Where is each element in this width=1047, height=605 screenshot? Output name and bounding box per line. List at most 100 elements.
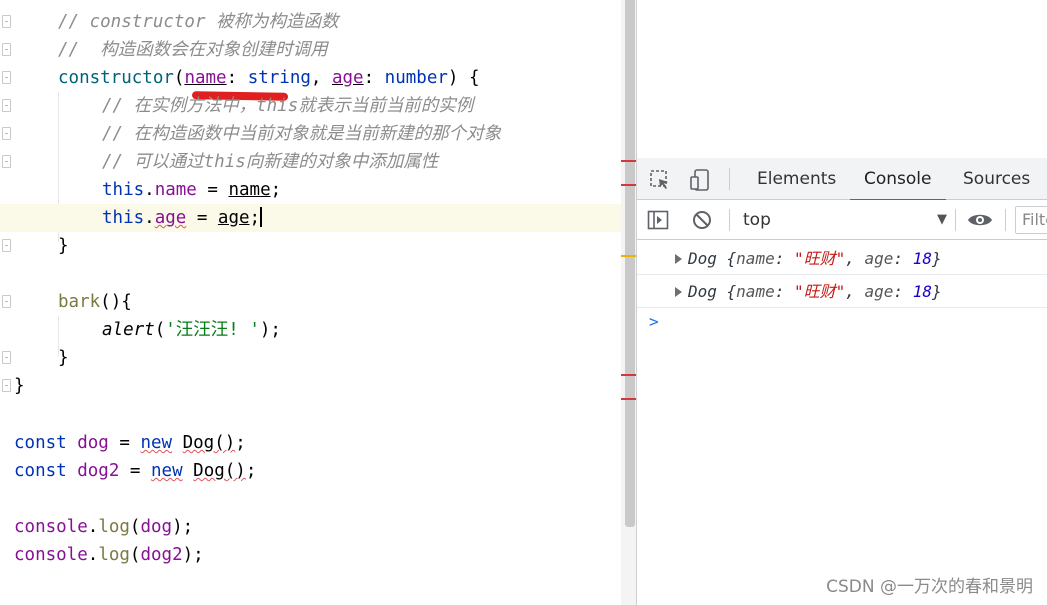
console-toolbar: top ▼ Filter xyxy=(637,200,1047,240)
log-key: age xyxy=(864,282,894,301)
dot: . xyxy=(144,208,155,228)
fold-marker-icon[interactable] xyxy=(2,43,11,56)
fold-marker-icon[interactable] xyxy=(2,295,11,308)
log-class: Dog xyxy=(688,249,717,268)
fold-marker-icon[interactable] xyxy=(2,15,11,28)
fold-marker-icon[interactable] xyxy=(2,379,11,392)
this-keyword: this xyxy=(102,208,145,228)
fold-marker-icon[interactable] xyxy=(2,99,11,112)
method-bark: bark xyxy=(58,292,101,312)
code-line[interactable]: // constructor 被称为构造函数 xyxy=(0,8,636,36)
code-line[interactable]: console.log(dog); xyxy=(0,513,636,541)
constructor-keyword: constructor xyxy=(58,68,174,88)
log-method: log xyxy=(98,517,130,537)
arg-dog2: dog2 xyxy=(140,545,183,565)
code-line[interactable]: const dog = new Dog(); xyxy=(0,429,636,457)
param-age: age xyxy=(331,68,364,88)
class-dog: Dog xyxy=(193,461,225,481)
execution-context-select[interactable]: top ▼ xyxy=(743,208,947,232)
prop-name: name xyxy=(154,180,197,200)
alert-call: alert xyxy=(102,320,155,340)
code-line[interactable]: alert('汪汪汪! '); xyxy=(0,316,636,344)
colon: : xyxy=(226,68,248,88)
toolbar-separator xyxy=(955,209,956,231)
expand-triangle-icon[interactable] xyxy=(675,254,682,264)
comment: // constructor 被称为构造函数 xyxy=(58,12,339,32)
fold-marker-icon[interactable] xyxy=(2,71,11,84)
comment: // 在实例方法中，this就表示当前当前的实例 xyxy=(102,96,474,116)
error-marker[interactable] xyxy=(621,184,636,186)
fold-marker-icon[interactable] xyxy=(2,239,11,252)
error-marker[interactable] xyxy=(621,374,636,376)
type-number: number xyxy=(384,68,448,88)
fold-marker-icon[interactable] xyxy=(2,155,11,168)
code-line[interactable]: } xyxy=(0,372,636,400)
comment: // 可以通过this向新建的对象中添加属性 xyxy=(102,152,439,172)
console-log-row[interactable]: Dog {name: "旺财", age: 18} xyxy=(637,242,1047,275)
assign: = xyxy=(196,180,229,200)
code-line[interactable]: // 在构造函数中当前对象就是当前新建的那个对象 xyxy=(0,120,636,148)
expand-triangle-icon[interactable] xyxy=(675,287,682,297)
paren: ); xyxy=(259,320,281,340)
tab-elements[interactable]: Elements xyxy=(743,158,850,200)
log-key: name xyxy=(736,249,775,268)
warning-marker[interactable] xyxy=(621,255,636,257)
code-line[interactable]: // 构造函数会在对象创建时调用 xyxy=(0,36,636,64)
code-line[interactable]: // 可以通过this向新建的对象中添加属性 xyxy=(0,148,636,176)
paren: ( xyxy=(173,68,185,88)
comment: // 构造函数会在对象创建时调用 xyxy=(58,40,328,60)
brace: ) { xyxy=(447,68,480,88)
code-line[interactable]: } xyxy=(0,344,636,372)
brace: (){ xyxy=(100,292,132,312)
console-filter-input[interactable]: Filter xyxy=(1015,206,1047,234)
code-line[interactable]: } xyxy=(0,232,636,260)
code-editor[interactable]: // constructor 被称为构造函数 // 构造函数会在对象创建时调用 … xyxy=(0,0,636,605)
prop-age: age xyxy=(154,208,187,228)
log-number: 18 xyxy=(912,249,932,268)
toolbar-separator xyxy=(729,168,730,190)
live-expression-eye-icon[interactable] xyxy=(967,209,993,231)
dot: . xyxy=(144,180,155,200)
code-line[interactable]: this.name = name; xyxy=(0,176,636,204)
console-log-row[interactable]: Dog {name: "旺财", age: 18} xyxy=(637,275,1047,308)
console-prompt-icon[interactable]: > xyxy=(649,312,659,331)
log-key: age xyxy=(864,249,894,268)
log-key: name xyxy=(736,282,775,301)
code-line[interactable]: console.log(dog2); xyxy=(0,541,636,569)
context-value: top xyxy=(743,210,771,230)
show-sidebar-icon[interactable] xyxy=(647,209,669,231)
log-class: Dog xyxy=(688,282,717,301)
editor-scrollbar-thumb[interactable] xyxy=(625,0,635,527)
call-parens: () xyxy=(214,433,236,453)
log-method: log xyxy=(98,545,130,565)
clear-console-icon[interactable] xyxy=(691,209,713,231)
watermark-text: CSDN @一万次的春和景明 xyxy=(826,577,1033,597)
type-string: string xyxy=(247,68,311,88)
comment: // 在构造函数中当前对象就是当前新建的那个对象 xyxy=(102,124,502,144)
tab-sources[interactable]: Sources xyxy=(949,158,1044,200)
devtools-tab-bar: Elements Console Sources xyxy=(637,158,1047,201)
var-dog: dog xyxy=(77,433,109,453)
device-toolbar-icon[interactable] xyxy=(689,169,711,191)
brace: } xyxy=(58,348,69,368)
error-marker[interactable] xyxy=(621,398,636,400)
toolbar-separator xyxy=(1005,209,1006,231)
new-keyword: new xyxy=(140,433,173,453)
log-string: "旺财" xyxy=(793,249,846,268)
code-line[interactable]: const dog2 = new Dog(); xyxy=(0,457,636,485)
code-line[interactable]: constructor(name: string, age: number) { xyxy=(0,64,636,92)
inspect-element-icon[interactable] xyxy=(649,169,671,191)
fold-marker-icon[interactable] xyxy=(2,351,11,364)
this-keyword: this xyxy=(102,180,145,200)
fold-marker-icon[interactable] xyxy=(2,127,11,140)
const-keyword: const xyxy=(14,433,67,453)
console-output[interactable]: Dog {name: "旺财", age: 18} Dog {name: "旺财… xyxy=(637,240,1047,605)
error-marker[interactable] xyxy=(621,160,636,162)
code-line[interactable]: bark(){ xyxy=(0,288,636,316)
code-line[interactable]: // 在实例方法中，this就表示当前当前的实例 xyxy=(0,92,636,120)
log-string: "旺财" xyxy=(793,282,846,301)
devtools-panel: Elements Console Sources top ▼ Filter xyxy=(637,158,1047,605)
tab-console[interactable]: Console xyxy=(850,158,946,201)
call-parens: () xyxy=(224,461,246,481)
current-code-line[interactable]: this.age = age; xyxy=(0,204,636,232)
